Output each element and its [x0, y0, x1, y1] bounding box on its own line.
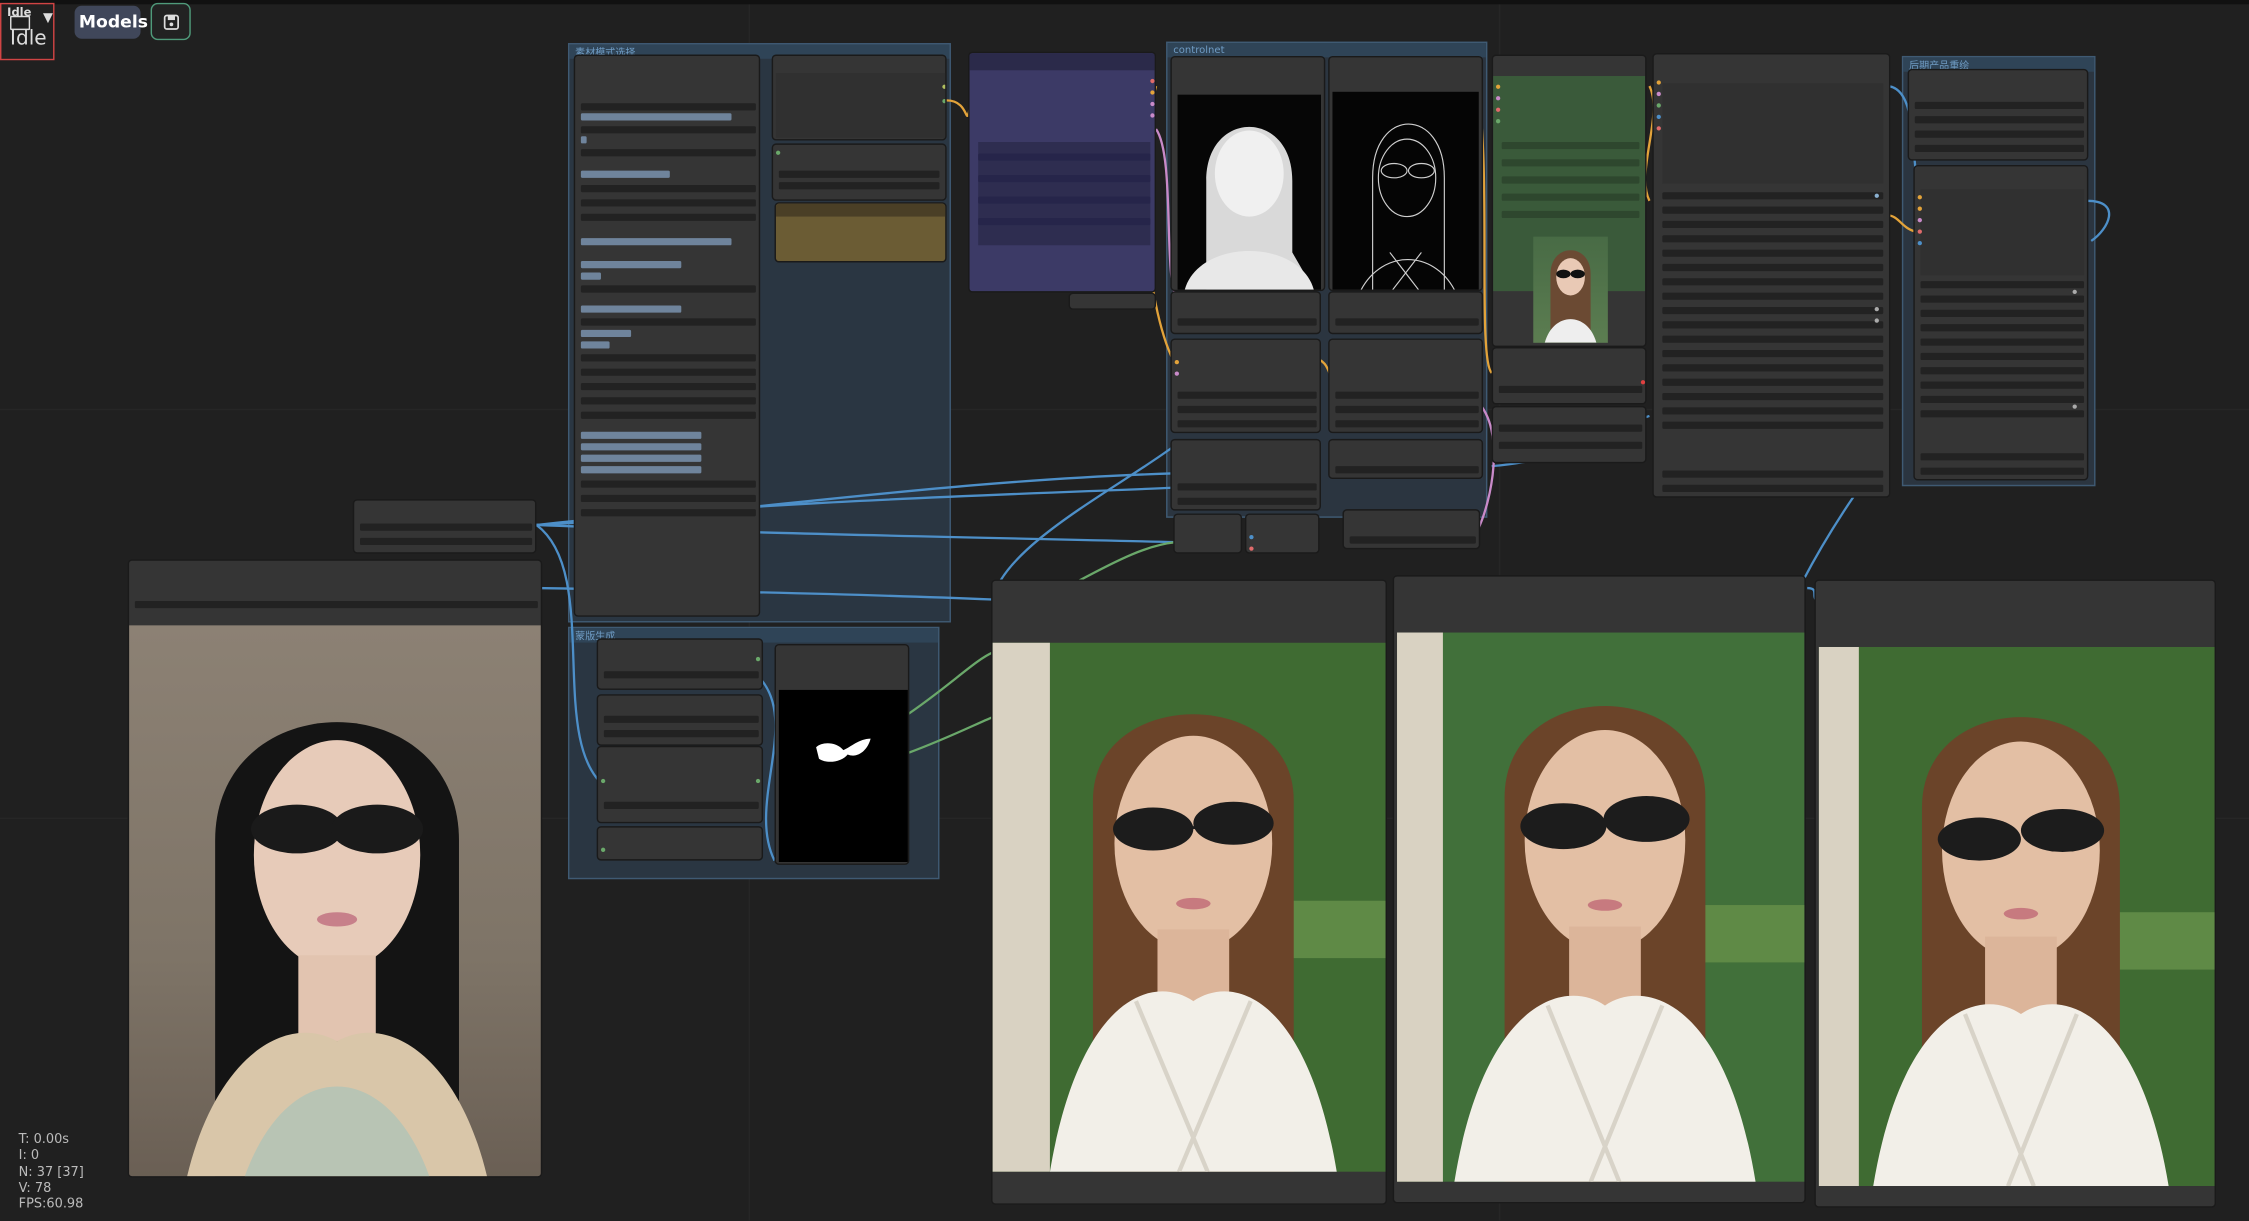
generated-portrait-3 — [1818, 646, 2215, 1187]
sunglasses-mask-shape — [816, 738, 871, 762]
generated-portrait-2 — [1397, 632, 1805, 1182]
widget-slider[interactable] — [580, 305, 682, 313]
node-note-olive[interactable] — [774, 202, 947, 263]
canvas-stats: T: 0.00s I: 0 N: 37 [37] V: 78 FPS:60.98 — [19, 1133, 84, 1214]
node-repaint-b[interactable] — [1913, 164, 2089, 481]
node-cn-e[interactable] — [1170, 438, 1321, 511]
models-button[interactable]: Models — [74, 5, 148, 39]
widget-slider[interactable] — [580, 170, 670, 178]
link-wire — [907, 716, 993, 755]
node-ksampler-large[interactable] — [1652, 53, 1891, 498]
node-mask-c[interactable] — [596, 745, 764, 824]
source-photo — [129, 625, 541, 1177]
generated-portrait-1 — [992, 642, 1386, 1172]
stat-index: I: 0 — [18, 1149, 40, 1164]
node-green-sampler[interactable] — [1491, 54, 1647, 348]
widget-slider[interactable] — [580, 466, 702, 474]
woman-sunglasses-portrait — [187, 722, 487, 1177]
widget-slider[interactable] — [580, 443, 702, 451]
node-canvas[interactable]: 素材模式选择 蒙版生成 controlnet 后期产品重绘 Idle Idle … — [0, 0, 2249, 1221]
node-cn-g[interactable] — [1173, 513, 1243, 554]
link-wire — [2086, 199, 2111, 242]
output-photo-3 — [1818, 646, 2215, 1187]
depth-map-silhouette — [1184, 126, 1314, 290]
widget-slider[interactable] — [580, 272, 601, 280]
node-mask-preview[interactable] — [774, 644, 910, 865]
node-cn-d[interactable] — [1328, 338, 1484, 434]
node-cn-a[interactable] — [1170, 291, 1321, 335]
stat-nodes: N: 37 [37] — [18, 1165, 84, 1180]
node-preview-output-1[interactable] — [991, 579, 1387, 1205]
node-load-small[interactable] — [352, 499, 537, 554]
node-cn-c[interactable] — [1170, 338, 1321, 434]
stat-vertices: V: 78 — [18, 1181, 52, 1197]
canny-edge-lines — [1360, 123, 1455, 290]
link-wire — [991, 443, 1177, 600]
link-wire — [1078, 541, 1177, 582]
queue-label: Idle — [10, 27, 47, 51]
node-canny-preview[interactable] — [1328, 55, 1484, 292]
node-cn-b[interactable] — [1328, 291, 1484, 335]
node-prompt-purple[interactable] — [968, 51, 1157, 293]
widget-slider[interactable] — [580, 431, 702, 439]
output-photo-1 — [992, 642, 1386, 1172]
node-mask-b[interactable] — [596, 694, 764, 746]
depth-map-image — [1177, 94, 1321, 290]
mask-preview-image — [778, 689, 908, 863]
node-small-pill[interactable] — [1068, 292, 1157, 310]
widget-slider[interactable] — [580, 341, 610, 349]
node-load-image[interactable] — [127, 559, 543, 1178]
stat-fps: FPS:60.98 — [18, 1197, 84, 1213]
widget-slider[interactable] — [580, 454, 702, 462]
node-green-c[interactable] — [1491, 405, 1647, 464]
node-cn-h[interactable] — [1244, 513, 1320, 554]
node-depth-preview[interactable] — [1170, 55, 1326, 292]
node-cn-i[interactable] — [1342, 509, 1481, 550]
chevron-down-icon[interactable]: ▼ — [43, 11, 53, 25]
node-preview-output-3[interactable] — [1814, 579, 2216, 1208]
widget-slider[interactable] — [580, 136, 587, 144]
models-button-label: Models — [78, 11, 148, 32]
thumbnail-portrait — [1544, 250, 1597, 343]
canny-edge-image — [1332, 91, 1479, 290]
node-green-b[interactable] — [1491, 347, 1647, 405]
save-button[interactable] — [150, 2, 191, 41]
node-preview-output-2[interactable] — [1392, 575, 1806, 1204]
node-switch-b[interactable] — [771, 143, 947, 201]
stat-time: T: 0.00s — [18, 1133, 70, 1148]
widget-slider[interactable] — [580, 113, 732, 121]
node-repaint-a[interactable] — [1907, 68, 2089, 161]
widget-slider[interactable] — [580, 238, 732, 246]
widget-slider[interactable] — [580, 329, 632, 338]
widget-slider[interactable] — [580, 261, 682, 269]
node-cn-f[interactable] — [1328, 438, 1484, 480]
save-icon — [163, 14, 180, 30]
green-node-thumbnail — [1533, 236, 1608, 343]
node-mask-a[interactable] — [596, 638, 764, 690]
node-mask-d[interactable] — [596, 826, 764, 861]
output-photo-2 — [1397, 632, 1805, 1182]
node-switch-a[interactable] — [771, 54, 947, 141]
link-wire — [902, 651, 993, 719]
node-mode-switch[interactable] — [573, 54, 761, 617]
